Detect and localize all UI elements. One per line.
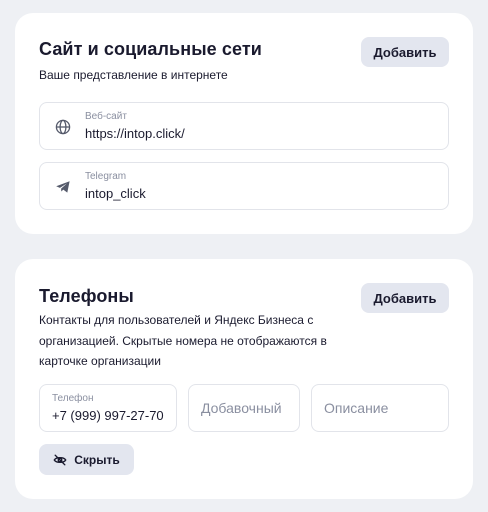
hide-label: Скрыть [74,452,120,467]
telegram-value: intop_click [85,186,146,201]
website-field[interactable]: Веб-сайт https://intop.click/ [39,102,449,150]
phones-title: Телефоны [39,286,134,306]
phone-label: Телефон [52,393,94,404]
phones-card: Телефоны Добавить Контакты для пользоват… [15,259,473,499]
phone-description-placeholder: Описание [324,400,389,416]
eye-off-icon [53,453,67,467]
hide-phone-button[interactable]: Скрыть [39,444,134,475]
extension-field[interactable]: Добавочный [188,384,300,432]
phone-value: +7 (999) 997-27-70 [52,408,164,423]
phone-description-field[interactable]: Описание [311,384,449,432]
globe-icon [54,118,72,136]
telegram-label: Telegram [85,171,127,182]
telegram-icon [54,178,72,196]
telegram-field[interactable]: Telegram intop_click [39,162,449,210]
sites-card: Сайт и социальные сети Добавить Ваше пре… [15,13,473,234]
add-phone-button[interactable]: Добавить [361,283,449,313]
website-value: https://intop.click/ [85,126,185,141]
phone-field[interactable]: Телефон +7 (999) 997-27-70 [39,384,177,432]
phones-description: Контакты для пользователей и Яндекс Бизн… [39,313,327,368]
website-label: Веб-сайт [85,111,127,122]
extension-placeholder: Добавочный [201,400,282,416]
sites-subtitle: Ваше представление в интернете [39,68,228,82]
add-site-button[interactable]: Добавить [361,37,449,67]
sites-title: Сайт и социальные сети [39,39,262,59]
